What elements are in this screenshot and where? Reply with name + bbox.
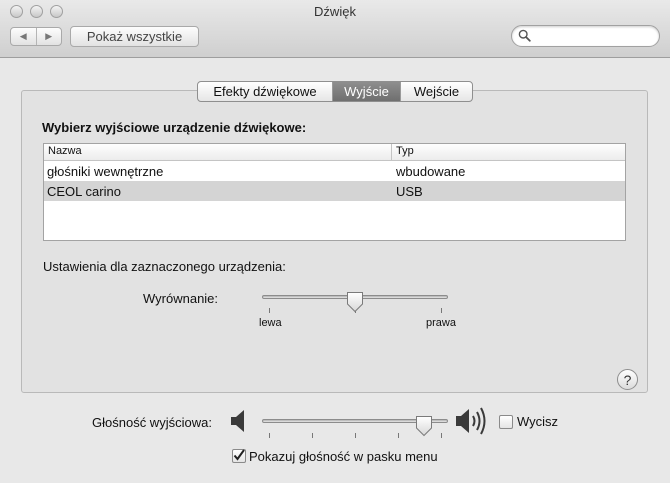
volume-tick xyxy=(312,433,313,438)
output-volume-label: Głośność wyjściowa: xyxy=(92,415,212,430)
speaker-high-icon xyxy=(456,407,486,435)
window-titlebar: Dźwięk ◀ ▶ Pokaż wszystkie xyxy=(0,0,670,58)
device-name-cell: głośniki wewnętrzne xyxy=(47,163,164,179)
segmented-tabs: Efekty dźwiękowe Wyjście Wejście xyxy=(197,81,473,102)
tab-content-panel xyxy=(21,90,648,393)
tab-output[interactable]: Wyjście xyxy=(332,82,400,101)
help-button[interactable]: ? xyxy=(617,369,638,390)
balance-label: Wyrównanie: xyxy=(143,291,219,306)
column-header-type[interactable]: Typ xyxy=(392,144,625,160)
output-device-heading: Wybierz wyjściowe urządzenie dźwiękowe: xyxy=(42,120,307,135)
help-icon: ? xyxy=(623,371,632,388)
balance-left-label: lewa xyxy=(259,317,282,329)
back-forward-control: ◀ ▶ xyxy=(10,27,62,46)
column-header-name[interactable]: Nazwa xyxy=(44,144,392,160)
volume-tick xyxy=(441,433,442,438)
show-all-button[interactable]: Pokaż wszystkie xyxy=(70,26,199,47)
balance-slider-thumb[interactable] xyxy=(346,291,364,313)
device-type-cell: wbudowane xyxy=(396,163,466,179)
search-input[interactable] xyxy=(534,28,652,44)
show-volume-in-menu-label: Pokazuj głośność w pasku menu xyxy=(249,449,438,464)
back-button[interactable]: ◀ xyxy=(11,28,36,45)
forward-arrow-icon: ▶ xyxy=(45,31,53,41)
table-row[interactable]: głośniki wewnętrzne wbudowane xyxy=(44,161,625,181)
mute-checkbox[interactable] xyxy=(499,415,513,429)
checkmark-icon xyxy=(233,449,245,461)
output-device-table[interactable]: Nazwa Typ głośniki wewnętrzne wbudowane … xyxy=(43,143,626,241)
back-arrow-icon: ◀ xyxy=(19,31,27,41)
balance-tick xyxy=(269,308,270,313)
balance-right-label: prawa xyxy=(426,317,456,329)
show-volume-in-menu-checkbox[interactable] xyxy=(232,449,246,463)
volume-tick xyxy=(269,433,270,438)
tab-input[interactable]: Wejście xyxy=(400,82,472,101)
window-title: Dźwięk xyxy=(314,4,356,19)
device-type-cell: USB xyxy=(396,183,423,199)
balance-tick xyxy=(441,308,442,313)
table-row[interactable]: CEOL carino USB xyxy=(44,181,625,201)
volume-tick xyxy=(398,433,399,438)
forward-button[interactable]: ▶ xyxy=(35,28,62,45)
mute-label: Wycisz xyxy=(517,414,559,429)
table-header: Nazwa Typ xyxy=(44,144,625,161)
device-name-cell: CEOL carino xyxy=(47,183,121,199)
search-icon xyxy=(518,29,531,42)
volume-tick xyxy=(355,433,356,438)
device-settings-label: Ustawienia dla zaznaczonego urządzenia: xyxy=(43,259,286,274)
tab-sound-effects[interactable]: Efekty dźwiękowe xyxy=(198,82,332,101)
search-field[interactable] xyxy=(511,25,660,47)
volume-slider-thumb[interactable] xyxy=(415,415,433,437)
speaker-low-icon xyxy=(231,410,244,432)
